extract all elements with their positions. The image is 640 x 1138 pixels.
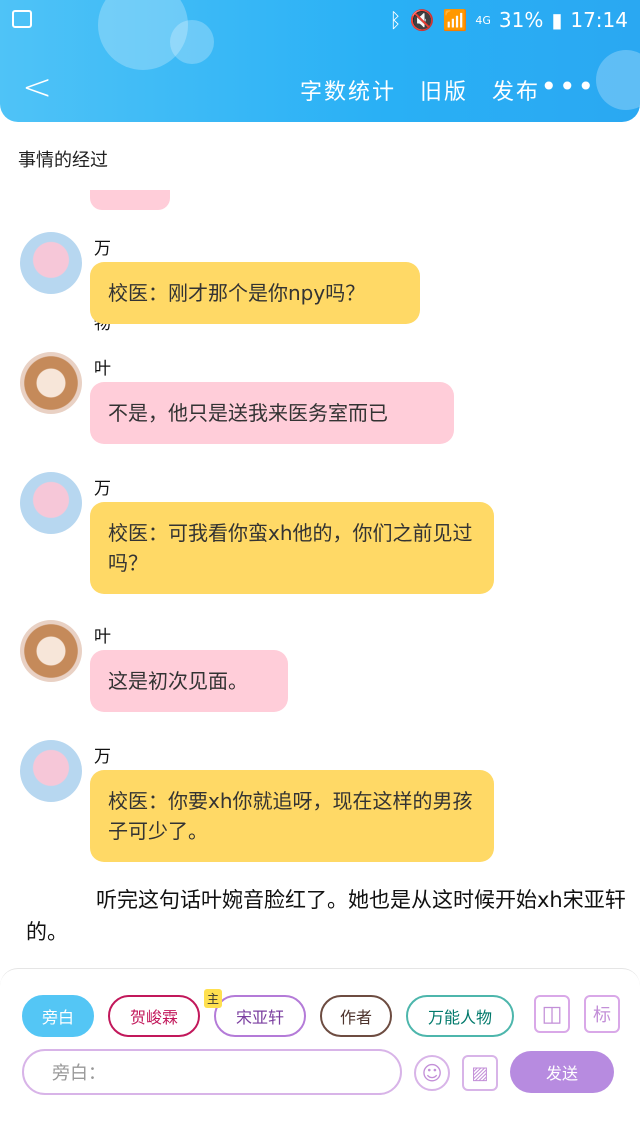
- partial-bubble: [90, 190, 170, 210]
- avatar[interactable]: [20, 232, 82, 294]
- text-input[interactable]: 旁白：: [22, 1049, 402, 1095]
- avatar[interactable]: [20, 472, 82, 534]
- network-label: 4G: [475, 13, 491, 27]
- battery-level: 31%: [498, 8, 544, 32]
- input-placeholder: 旁白：: [52, 1063, 106, 1084]
- mute-icon: 🔇: [409, 8, 435, 32]
- narration-text[interactable]: 听完这句话叶婉音脸红了。她也是从这时候开始xh宋亚轩的。: [26, 884, 626, 948]
- page-title: 事情的经过: [18, 150, 108, 171]
- chip-narrator[interactable]: 旁白: [22, 995, 94, 1037]
- emoji-icon[interactable]: ☺: [414, 1055, 450, 1091]
- bluetooth-icon: ᛒ: [389, 8, 402, 32]
- chip-label: 宋亚轩: [235, 1008, 284, 1027]
- image-icon[interactable]: ▨: [462, 1055, 498, 1091]
- message-bubble[interactable]: 校医：可我看你蛮xh他的，你们之前见过吗？: [90, 502, 494, 594]
- message-bubble[interactable]: 不是，他只是送我来医务室而已: [90, 382, 454, 444]
- more-icon[interactable]: •••: [540, 70, 596, 103]
- status-bar: ᛒ 🔇 📶 4G 31% ▮ 17:14: [0, 6, 640, 34]
- top-bar: ᛒ 🔇 📶 4G 31% ▮ 17:14 < 字数统计 旧版 发布 •••: [0, 0, 640, 122]
- avatar[interactable]: [20, 620, 82, 682]
- battery-icon: ▮: [551, 8, 563, 32]
- editor-toolbar: 旁白 贺峻霖 主 宋亚轩 作者 万能人物 ◫ 标 旁白： ☺ ▨ 发送: [0, 968, 640, 1138]
- nav-bar: < 字数统计 旧版 发布 •••: [0, 70, 640, 110]
- contact-icon[interactable]: ◫: [534, 995, 570, 1033]
- wifi-icon: 📶: [442, 8, 468, 32]
- main-badge: 主: [204, 989, 223, 1008]
- chip-generic-character[interactable]: 万能人物: [406, 995, 514, 1037]
- avatar[interactable]: [20, 740, 82, 802]
- clock: 17:14: [570, 8, 628, 32]
- message-bubble[interactable]: 校医：刚才那个是你npy吗？: [90, 262, 420, 324]
- chip-author[interactable]: 作者: [320, 995, 392, 1037]
- mark-button[interactable]: 标: [584, 995, 620, 1033]
- chip-character[interactable]: 贺峻霖: [108, 995, 200, 1037]
- word-count-button[interactable]: 字数统计: [300, 74, 396, 106]
- send-button[interactable]: 发送: [510, 1051, 614, 1093]
- old-version-button[interactable]: 旧版: [420, 74, 468, 106]
- message-bubble[interactable]: 校医：你要xh你就追呀，现在这样的男孩子可少了。: [90, 770, 494, 862]
- back-icon[interactable]: <: [22, 70, 52, 106]
- chip-main-character[interactable]: 主 宋亚轩: [204, 989, 306, 1037]
- publish-button[interactable]: 发布: [492, 74, 540, 106]
- message-bubble[interactable]: 这是初次见面。: [90, 650, 288, 712]
- avatar[interactable]: [20, 352, 82, 414]
- activity-icon: [12, 10, 32, 28]
